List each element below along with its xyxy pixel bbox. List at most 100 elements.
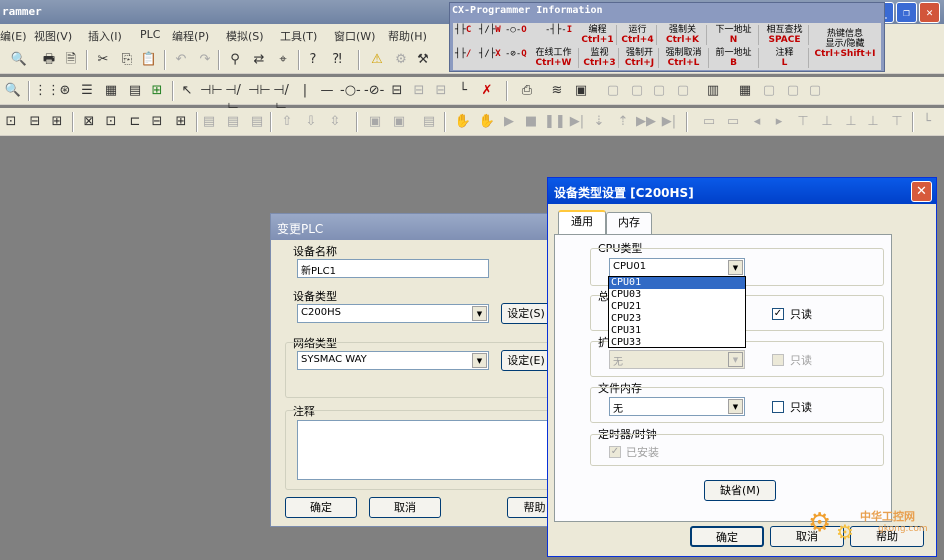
- sim-6-icon[interactable]: ⊥: [818, 113, 836, 131]
- help-icon[interactable]: ?: [304, 51, 322, 69]
- redo-icon[interactable]: ↷: [196, 51, 214, 69]
- cross-reference-icon[interactable]: ⌖: [274, 51, 292, 69]
- grid-icon[interactable]: ⋮⋮: [34, 82, 60, 100]
- window-1-icon[interactable]: ⊡: [2, 113, 20, 131]
- readonly-1-checkbox[interactable]: ✓: [772, 308, 784, 320]
- sim-3-icon[interactable]: ◂: [748, 113, 766, 131]
- play-icon[interactable]: ▶: [500, 113, 518, 131]
- dialog-ok-button[interactable]: 确定: [690, 526, 764, 547]
- contact-ornot-icon[interactable]: ⊣/⊢: [272, 82, 290, 116]
- print-preview-icon[interactable]: 🗎: [62, 51, 80, 69]
- view-4-icon[interactable]: ⊟: [148, 113, 166, 131]
- cfg-1-icon[interactable]: ▢: [760, 82, 778, 100]
- comment-textarea[interactable]: [297, 420, 561, 480]
- installed-checkbox[interactable]: ✓: [609, 446, 621, 458]
- coil-not-icon[interactable]: -⊘-: [364, 82, 384, 100]
- ladder-end-icon[interactable]: └: [454, 82, 472, 100]
- sim-10-icon[interactable]: └: [918, 113, 936, 131]
- cpu-option[interactable]: CPU31: [609, 325, 745, 337]
- print-icon[interactable]: 🖶: [40, 51, 58, 69]
- tab-memory[interactable]: 内存: [606, 212, 652, 234]
- online-edit-1-icon[interactable]: ▢: [604, 82, 622, 100]
- run-icon[interactable]: ⚙: [392, 51, 410, 69]
- tree-icon[interactable]: ⊞: [148, 82, 166, 100]
- find-icon[interactable]: ⚲: [226, 51, 244, 69]
- sim-7-icon[interactable]: ⊥: [842, 113, 860, 131]
- cpu-option[interactable]: CPU33: [609, 337, 745, 349]
- sim-5-icon[interactable]: ⊤: [794, 113, 812, 131]
- online-edit-2-icon[interactable]: ▢: [628, 82, 646, 100]
- restore-button[interactable]: ❐: [896, 2, 917, 23]
- sim-1-icon[interactable]: ▭: [700, 113, 718, 131]
- step-out-icon[interactable]: ⇡: [614, 113, 632, 131]
- cpu-option[interactable]: CPU03: [609, 289, 745, 301]
- upload-icon[interactable]: ⇧: [278, 113, 296, 131]
- context-help-icon[interactable]: ⁈: [328, 51, 346, 69]
- online-edit-4-icon[interactable]: ▢: [674, 82, 692, 100]
- step-in-icon[interactable]: ⇣: [590, 113, 608, 131]
- menu-simulate[interactable]: 模拟(S): [226, 28, 264, 44]
- readonly-3-checkbox[interactable]: [772, 401, 784, 413]
- online-edit-3-icon[interactable]: ▢: [650, 82, 668, 100]
- compare-icon[interactable]: ⇳: [326, 113, 344, 131]
- select-icon[interactable]: ↖: [178, 82, 196, 100]
- device-name-input[interactable]: 新PLC1: [297, 259, 489, 278]
- device-type-select[interactable]: C200HS ▼: [297, 304, 489, 323]
- menu-window[interactable]: 窗口(W): [334, 28, 375, 44]
- io-table-icon[interactable]: ▥: [704, 82, 722, 100]
- online-1-icon[interactable]: ▣: [366, 113, 384, 131]
- network-settings-button[interactable]: 设定(E): [501, 350, 551, 371]
- cpu-option[interactable]: CPU23: [609, 313, 745, 325]
- download-icon[interactable]: ⇩: [302, 113, 320, 131]
- end-icon[interactable]: ▶|: [660, 113, 678, 131]
- stop-icon[interactable]: ■: [522, 113, 540, 131]
- copy-icon[interactable]: ⎘: [118, 51, 136, 69]
- step-10-icon[interactable]: ▤: [200, 113, 218, 131]
- close-icon[interactable]: ✕: [911, 181, 932, 202]
- undo-icon[interactable]: ↶: [172, 51, 190, 69]
- step-100-icon[interactable]: ▤: [224, 113, 242, 131]
- comment-icon[interactable]: ▤: [126, 82, 144, 100]
- rung-icon[interactable]: ▦: [102, 82, 120, 100]
- contact-or-icon[interactable]: ⊣⊢: [248, 82, 271, 100]
- view-3-icon[interactable]: ⊏: [126, 113, 144, 131]
- menu-program[interactable]: 编程(P): [172, 28, 209, 44]
- find-file-icon[interactable]: 🔍: [10, 51, 28, 69]
- window-3-icon[interactable]: ⊞: [48, 113, 66, 131]
- network-type-select[interactable]: SYSMAC WAY ▼: [297, 351, 489, 370]
- ok-button[interactable]: 确定: [285, 497, 357, 518]
- online-3-icon[interactable]: ▤: [420, 113, 438, 131]
- expansion-select[interactable]: 无 ▼: [609, 350, 745, 369]
- sim-8-icon[interactable]: ⊥: [864, 113, 882, 131]
- memory-icon[interactable]: ▣: [572, 82, 590, 100]
- instruction-icon[interactable]: ⊟: [388, 82, 406, 100]
- pt-icon[interactable]: ⊟: [410, 82, 428, 100]
- delete-icon[interactable]: ✗: [478, 82, 496, 100]
- menu-insert[interactable]: 插入(I): [88, 28, 122, 44]
- step-16-icon[interactable]: ▤: [248, 113, 266, 131]
- menu-tools[interactable]: 工具(T): [280, 28, 317, 44]
- view-2-icon[interactable]: ⊡: [102, 113, 120, 131]
- readonly-2-checkbox[interactable]: [772, 354, 784, 366]
- hand-2-icon[interactable]: ✋: [478, 113, 496, 131]
- sim-4-icon[interactable]: ▸: [770, 113, 788, 131]
- cpu-option[interactable]: CPU01: [609, 277, 745, 289]
- sim-2-icon[interactable]: ▭: [724, 113, 742, 131]
- menu-help[interactable]: 帮助(H): [388, 28, 427, 44]
- settings-grid-icon[interactable]: ▦: [736, 82, 754, 100]
- cpu-option[interactable]: CPU21: [609, 301, 745, 313]
- cut-icon[interactable]: ✂: [94, 51, 112, 69]
- menu-view[interactable]: 视图(V): [34, 28, 72, 44]
- tab-general[interactable]: 通用: [558, 210, 606, 234]
- coil-icon[interactable]: -○-: [340, 82, 361, 100]
- stack-icon[interactable]: ≋: [548, 82, 566, 100]
- device-settings-button[interactable]: 设定(S): [501, 303, 551, 324]
- warning-icon[interactable]: ⚠: [368, 51, 386, 69]
- fast-forward-icon[interactable]: ▶▶: [636, 113, 656, 131]
- cpu-type-select[interactable]: CPU01 ▼: [609, 258, 745, 277]
- view-5-icon[interactable]: ⊞: [172, 113, 190, 131]
- contact-no-icon[interactable]: ⊣⊢: [200, 82, 223, 100]
- replace-icon[interactable]: ⇄: [250, 51, 268, 69]
- step-icon[interactable]: ▶|: [568, 113, 586, 131]
- menu-plc[interactable]: PLC: [140, 28, 160, 41]
